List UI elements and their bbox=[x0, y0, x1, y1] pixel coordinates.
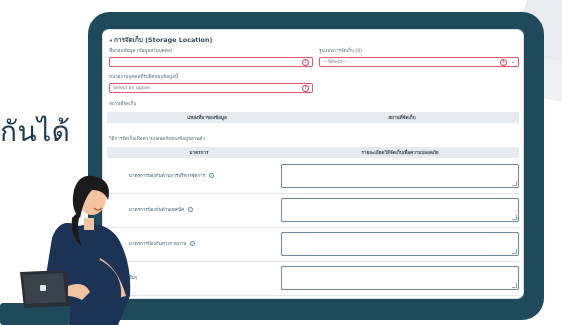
storage-type-value: ---Select--- bbox=[323, 59, 348, 65]
col-details: รายละเอียดวิธีจัดเก็บเพื่อความปลอดภัย bbox=[361, 151, 439, 156]
woman-with-laptop-illustration bbox=[0, 175, 131, 325]
measures-label: วิธีการจัดเก็บเพื่อความปลอดภัยของข้อมูลส… bbox=[109, 137, 205, 142]
details-textarea[interactable] bbox=[281, 198, 519, 222]
row-label-text: มาตรการป้องกันด้านการบริหารจัดการ bbox=[129, 174, 206, 179]
table-row: มาตรการป้องกันด้านการบริหารจัดการ i bbox=[107, 160, 519, 194]
table-row: อื่นๆ bbox=[107, 262, 519, 296]
storage-table-header: แหล่งที่มาของข้อมูล สถานที่จัดเก็บ bbox=[107, 112, 519, 123]
error-icon: ! bbox=[302, 85, 309, 92]
side-headline: กันได้ bbox=[0, 115, 71, 148]
info-icon[interactable]: i bbox=[188, 207, 194, 212]
measures-table-header: มาตรการ รายละเอียดวิธีจัดเก็บเพื่อความปล… bbox=[107, 147, 519, 158]
row-label: มาตรการป้องกันด้านการบริหารจัดการ i bbox=[129, 173, 215, 180]
details-textarea[interactable] bbox=[281, 232, 519, 256]
error-icon: ! bbox=[500, 59, 507, 66]
info-icon[interactable]: i bbox=[190, 241, 196, 246]
error-icon: ! bbox=[302, 59, 309, 66]
details-textarea[interactable] bbox=[281, 164, 519, 188]
form-title: ◂ การจัดเก็บ (Storage Location) bbox=[109, 35, 212, 45]
info-icon[interactable]: i bbox=[209, 173, 215, 178]
back-arrow-icon[interactable]: ◂ bbox=[109, 37, 112, 44]
storage-type-select[interactable]: ---Select--- ! ⌄ bbox=[319, 57, 519, 67]
storage-type-label: รูปแบบการจัดเก็บ (0) bbox=[319, 49, 362, 54]
data-name-field[interactable]: ! bbox=[109, 57, 313, 67]
responsible-value: Select an option bbox=[113, 85, 151, 91]
details-textarea[interactable] bbox=[281, 266, 519, 290]
storage-section-label: สถานที่จัดเก็บ bbox=[109, 102, 137, 107]
table-row: มาตรการป้องกันทางกายภาพ i bbox=[107, 228, 519, 262]
col-measure: มาตรการ bbox=[189, 151, 209, 156]
responsible-label: หน่วยงานบุคคลที่รับผิดชอบข้อมูลนี้ bbox=[109, 75, 179, 80]
table-row: มาตรการป้องกันด้านเทคนิค i bbox=[107, 194, 519, 228]
col-location: สถานที่จัดเก็บ bbox=[388, 116, 416, 121]
col-source: แหล่งที่มาของข้อมูล bbox=[187, 116, 227, 121]
form-title-text: การจัดเก็บ (Storage Location) bbox=[114, 36, 213, 44]
stage: กันได้ ◂ การจัดเก็บ (Storage Location) ชื… bbox=[0, 0, 562, 325]
data-name-label: ชื่อกลุ่มข้อมูล (ข้อมูลส่วนบุคคล) bbox=[109, 49, 173, 54]
chevron-down-icon: ⌄ bbox=[510, 59, 515, 65]
form-screen: ◂ การจัดเก็บ (Storage Location) ชื่อกลุ่ม… bbox=[103, 30, 523, 298]
responsible-select[interactable]: Select an option ! bbox=[109, 83, 313, 93]
